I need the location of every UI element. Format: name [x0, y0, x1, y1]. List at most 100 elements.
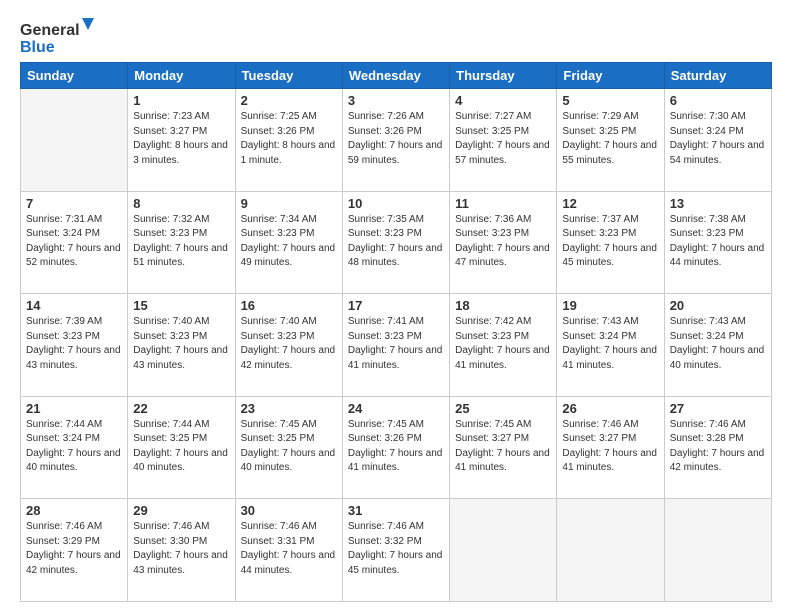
- day-info: Sunrise: 7:25 AM Sunset: 3:26 PM Dayligh…: [241, 110, 337, 168]
- day-number: 11: [455, 196, 551, 211]
- calendar-cell: [557, 499, 664, 602]
- day-info: Sunrise: 7:46 AM Sunset: 3:30 PM Dayligh…: [133, 520, 229, 578]
- calendar-cell: 26 Sunrise: 7:46 AM Sunset: 3:27 PM Dayli…: [557, 396, 664, 499]
- calendar-body: 1 Sunrise: 7:23 AM Sunset: 3:27 PM Daylig…: [21, 89, 772, 602]
- day-number: 21: [26, 401, 122, 416]
- calendar-cell: [21, 89, 128, 192]
- weekday-header-thursday: Thursday: [450, 63, 557, 89]
- day-number: 31: [348, 503, 444, 518]
- calendar-cell: 3 Sunrise: 7:26 AM Sunset: 3:26 PM Daylig…: [342, 89, 449, 192]
- day-number: 7: [26, 196, 122, 211]
- day-number: 16: [241, 298, 337, 313]
- day-number: 1: [133, 93, 229, 108]
- day-number: 12: [562, 196, 658, 211]
- day-info: Sunrise: 7:46 AM Sunset: 3:32 PM Dayligh…: [348, 520, 444, 578]
- calendar-cell: [450, 499, 557, 602]
- day-number: 26: [562, 401, 658, 416]
- weekday-header-tuesday: Tuesday: [235, 63, 342, 89]
- calendar-table: SundayMondayTuesdayWednesdayThursdayFrid…: [20, 62, 772, 602]
- calendar-cell: 17Sunrise: 7:41 AM Sunset: 3:23 PM Dayli…: [342, 294, 449, 397]
- day-number: 27: [670, 401, 766, 416]
- day-number: 5: [562, 93, 658, 108]
- calendar-cell: 13 Sunrise: 7:38 AM Sunset: 3:23 PM Dayli…: [664, 191, 771, 294]
- day-info: Sunrise: 7:46 AM Sunset: 3:27 PM Dayligh…: [562, 418, 658, 476]
- header: GeneralBlue: [20, 18, 772, 56]
- calendar-cell: 7 Sunrise: 7:31 AM Sunset: 3:24 PM Daylig…: [21, 191, 128, 294]
- day-number: 9: [241, 196, 337, 211]
- day-number: 30: [241, 503, 337, 518]
- calendar-cell: 21 Sunrise: 7:44 AM Sunset: 3:24 PM Dayli…: [21, 396, 128, 499]
- calendar-cell: 4 Sunrise: 7:27 AM Sunset: 3:25 PM Daylig…: [450, 89, 557, 192]
- calendar-cell: 22 Sunrise: 7:44 AM Sunset: 3:25 PM Dayli…: [128, 396, 235, 499]
- day-number: 28: [26, 503, 122, 518]
- day-info: Sunrise: 7:39 AM Sunset: 3:23 PM Dayligh…: [26, 315, 122, 373]
- day-info: Sunrise: 7:34 AM Sunset: 3:23 PM Dayligh…: [241, 213, 337, 271]
- calendar-week-1: 7 Sunrise: 7:31 AM Sunset: 3:24 PM Daylig…: [21, 191, 772, 294]
- day-number: 24: [348, 401, 444, 416]
- day-number: 13: [670, 196, 766, 211]
- logo-svg: GeneralBlue: [20, 18, 100, 56]
- day-info: Sunrise: 7:42 AM Sunset: 3:23 PM Dayligh…: [455, 315, 551, 373]
- calendar-cell: [664, 499, 771, 602]
- calendar-week-4: 28 Sunrise: 7:46 AM Sunset: 3:29 PM Dayli…: [21, 499, 772, 602]
- calendar-cell: 12 Sunrise: 7:37 AM Sunset: 3:23 PM Dayli…: [557, 191, 664, 294]
- day-info: Sunrise: 7:35 AM Sunset: 3:23 PM Dayligh…: [348, 213, 444, 271]
- day-number: 20: [670, 298, 766, 313]
- day-info: Sunrise: 7:46 AM Sunset: 3:31 PM Dayligh…: [241, 520, 337, 578]
- weekday-header-sunday: Sunday: [21, 63, 128, 89]
- day-info: Sunrise: 7:44 AM Sunset: 3:25 PM Dayligh…: [133, 418, 229, 476]
- day-number: 4: [455, 93, 551, 108]
- day-info: Sunrise: 7:31 AM Sunset: 3:24 PM Dayligh…: [26, 213, 122, 271]
- calendar-cell: 20 Sunrise: 7:43 AM Sunset: 3:24 PM Dayli…: [664, 294, 771, 397]
- calendar-cell: 28 Sunrise: 7:46 AM Sunset: 3:29 PM Dayli…: [21, 499, 128, 602]
- day-number: 23: [241, 401, 337, 416]
- calendar-cell: 10 Sunrise: 7:35 AM Sunset: 3:23 PM Dayli…: [342, 191, 449, 294]
- calendar-cell: 5Sunrise: 7:29 AM Sunset: 3:25 PM Daylig…: [557, 89, 664, 192]
- day-info: Sunrise: 7:40 AM Sunset: 3:23 PM Dayligh…: [241, 315, 337, 373]
- calendar-cell: 16 Sunrise: 7:40 AM Sunset: 3:23 PM Dayli…: [235, 294, 342, 397]
- day-info: Sunrise: 7:37 AM Sunset: 3:23 PM Dayligh…: [562, 213, 658, 271]
- day-number: 10: [348, 196, 444, 211]
- logo: GeneralBlue: [20, 18, 100, 56]
- day-info: Sunrise: 7:26 AM Sunset: 3:26 PM Dayligh…: [348, 110, 444, 168]
- day-number: 6: [670, 93, 766, 108]
- calendar-week-3: 21 Sunrise: 7:44 AM Sunset: 3:24 PM Dayli…: [21, 396, 772, 499]
- day-info: Sunrise: 7:45 AM Sunset: 3:27 PM Dayligh…: [455, 418, 551, 476]
- calendar-cell: 25 Sunrise: 7:45 AM Sunset: 3:27 PM Dayli…: [450, 396, 557, 499]
- day-info: Sunrise: 7:38 AM Sunset: 3:23 PM Dayligh…: [670, 213, 766, 271]
- weekday-header-friday: Friday: [557, 63, 664, 89]
- calendar-header: SundayMondayTuesdayWednesdayThursdayFrid…: [21, 63, 772, 89]
- logo-wrapper: GeneralBlue: [20, 18, 100, 56]
- day-number: 3: [348, 93, 444, 108]
- day-info: Sunrise: 7:23 AM Sunset: 3:27 PM Dayligh…: [133, 110, 229, 168]
- day-number: 18: [455, 298, 551, 313]
- day-info: Sunrise: 7:44 AM Sunset: 3:24 PM Dayligh…: [26, 418, 122, 476]
- page: GeneralBlue SundayMondayTuesdayWednesday…: [0, 0, 792, 612]
- calendar-week-0: 1 Sunrise: 7:23 AM Sunset: 3:27 PM Daylig…: [21, 89, 772, 192]
- day-info: Sunrise: 7:43 AM Sunset: 3:24 PM Dayligh…: [562, 315, 658, 373]
- calendar-cell: 24Sunrise: 7:45 AM Sunset: 3:26 PM Dayli…: [342, 396, 449, 499]
- calendar-cell: 27 Sunrise: 7:46 AM Sunset: 3:28 PM Dayli…: [664, 396, 771, 499]
- day-info: Sunrise: 7:43 AM Sunset: 3:24 PM Dayligh…: [670, 315, 766, 373]
- weekday-header-saturday: Saturday: [664, 63, 771, 89]
- calendar-cell: 18 Sunrise: 7:42 AM Sunset: 3:23 PM Dayli…: [450, 294, 557, 397]
- day-info: Sunrise: 7:45 AM Sunset: 3:25 PM Dayligh…: [241, 418, 337, 476]
- day-number: 14: [26, 298, 122, 313]
- calendar-cell: 14 Sunrise: 7:39 AM Sunset: 3:23 PM Dayli…: [21, 294, 128, 397]
- weekday-header-wednesday: Wednesday: [342, 63, 449, 89]
- day-info: Sunrise: 7:40 AM Sunset: 3:23 PM Dayligh…: [133, 315, 229, 373]
- calendar-cell: 6Sunrise: 7:30 AM Sunset: 3:24 PM Daylig…: [664, 89, 771, 192]
- day-info: Sunrise: 7:46 AM Sunset: 3:29 PM Dayligh…: [26, 520, 122, 578]
- day-number: 29: [133, 503, 229, 518]
- calendar-cell: 8Sunrise: 7:32 AM Sunset: 3:23 PM Daylig…: [128, 191, 235, 294]
- day-info: Sunrise: 7:41 AM Sunset: 3:23 PM Dayligh…: [348, 315, 444, 373]
- calendar-week-2: 14 Sunrise: 7:39 AM Sunset: 3:23 PM Dayli…: [21, 294, 772, 397]
- day-info: Sunrise: 7:46 AM Sunset: 3:28 PM Dayligh…: [670, 418, 766, 476]
- day-number: 2: [241, 93, 337, 108]
- day-number: 22: [133, 401, 229, 416]
- day-info: Sunrise: 7:27 AM Sunset: 3:25 PM Dayligh…: [455, 110, 551, 168]
- svg-text:Blue: Blue: [20, 39, 55, 56]
- calendar-cell: 9 Sunrise: 7:34 AM Sunset: 3:23 PM Daylig…: [235, 191, 342, 294]
- day-number: 25: [455, 401, 551, 416]
- calendar-cell: 11Sunrise: 7:36 AM Sunset: 3:23 PM Dayli…: [450, 191, 557, 294]
